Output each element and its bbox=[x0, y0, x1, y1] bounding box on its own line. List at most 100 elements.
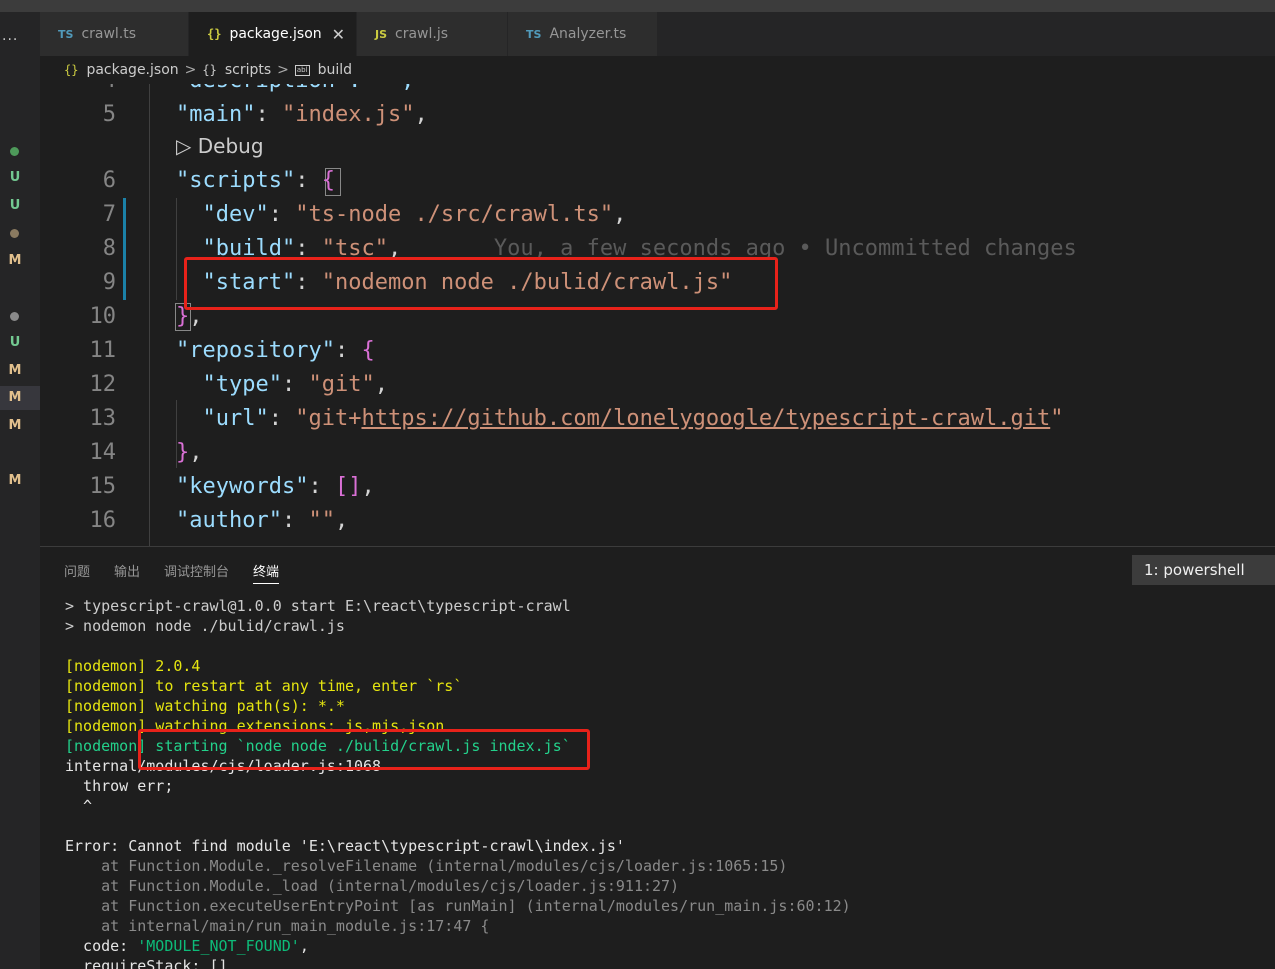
json-key: "type" bbox=[202, 372, 282, 397]
typescript-file-icon: TS bbox=[526, 27, 542, 41]
line-number: 16 bbox=[89, 508, 117, 533]
code-line: 15 "keywords": [], bbox=[40, 470, 1275, 504]
error-code: 'MODULE_NOT_FOUND' bbox=[137, 937, 300, 955]
terminal-line: at Function.Module._resolveFilename (int… bbox=[65, 857, 788, 875]
code-line: 7 "dev": "ts-node ./src/crawl.ts", bbox=[40, 198, 1275, 232]
repository-link[interactable]: https://github.com/lonelygoogle/typescri… bbox=[361, 406, 1050, 431]
json-value: "ts-node ./src/crawl.ts" bbox=[295, 202, 614, 227]
json-file-icon: {} bbox=[207, 27, 222, 41]
chevron-right-icon: > bbox=[184, 62, 197, 78]
git-status-untracked: U bbox=[9, 198, 21, 213]
tab-label: package.json bbox=[229, 26, 322, 42]
git-status-untracked: U bbox=[9, 335, 21, 350]
terminal-line: > typescript-crawl@1.0.0 start E:\react\… bbox=[65, 597, 571, 615]
git-status-untracked: U bbox=[9, 170, 21, 185]
breadcrumb: {} package.json > {} scripts > abl build bbox=[40, 56, 1275, 84]
terminal-output[interactable]: > typescript-crawl@1.0.0 start E:\react\… bbox=[65, 596, 851, 969]
terminal-line: at Function.Module._load (internal/modul… bbox=[65, 877, 680, 895]
json-key: "scripts" bbox=[176, 168, 296, 193]
line-number: 15 bbox=[89, 474, 117, 499]
string-property-icon: abl bbox=[294, 64, 310, 76]
object-icon: {} bbox=[202, 63, 217, 77]
line-number: 9 bbox=[102, 270, 116, 295]
explorer-strip: ··· bbox=[0, 12, 40, 969]
breadcrumb-section[interactable]: scripts bbox=[225, 62, 271, 78]
tab-label: crawl.js bbox=[395, 26, 449, 42]
code-line: 16 "author": "", bbox=[40, 504, 1275, 538]
json-file-icon: {} bbox=[64, 63, 79, 77]
git-status-modified: M bbox=[8, 363, 22, 378]
chevron-right-icon: > bbox=[277, 62, 289, 78]
terminal-line: at internal/main/run_main_module.js:17:4… bbox=[65, 917, 490, 935]
code-editor[interactable]: 4 "description": "", 5 "main": "index.js… bbox=[40, 84, 1275, 546]
terminal-line: code: 'MODULE_NOT_FOUND', bbox=[65, 936, 851, 956]
tab-terminal[interactable]: 终端 bbox=[253, 561, 280, 584]
menu-strip bbox=[0, 0, 1275, 12]
json-key: "repository" bbox=[176, 338, 335, 363]
terminal-line: > nodemon node ./bulid/crawl.js bbox=[65, 617, 345, 635]
breadcrumb-item[interactable]: build bbox=[318, 62, 352, 78]
json-value: " bbox=[1050, 406, 1064, 431]
git-dot-icon bbox=[10, 312, 19, 321]
bottom-panel: 问题 输出 调试控制台 终端 1: powershell > typescrip… bbox=[40, 546, 1275, 969]
json-key: "url" bbox=[202, 406, 269, 431]
terminal-line: [nodemon] to restart at any time, enter … bbox=[65, 677, 463, 695]
git-dot-icon bbox=[10, 147, 19, 156]
debug-codelens[interactable]: ▷ Debug bbox=[176, 134, 264, 158]
line-number: 13 bbox=[89, 406, 117, 431]
tab-crawl-ts[interactable]: TS crawl.ts bbox=[40, 12, 189, 56]
git-status-modified: M bbox=[8, 253, 22, 268]
json-key: "author" bbox=[176, 508, 282, 533]
line-number: 8 bbox=[102, 236, 116, 261]
code-line: 4 "description": "", bbox=[40, 84, 1275, 98]
close-icon[interactable]: ✕ bbox=[332, 25, 345, 44]
terminal-line: at Function.executeUserEntryPoint [as ru… bbox=[65, 897, 851, 915]
terminal-line: [nodemon] 2.0.4 bbox=[65, 657, 201, 675]
tab-output[interactable]: 输出 bbox=[114, 561, 140, 584]
more-actions-icon[interactable]: ··· bbox=[2, 32, 18, 48]
terminal-select[interactable]: 1: powershell bbox=[1132, 555, 1275, 585]
json-value: "" bbox=[308, 508, 335, 533]
breadcrumb-file[interactable]: package.json bbox=[86, 62, 178, 78]
json-key: "dev" bbox=[202, 202, 269, 227]
json-value: "git" bbox=[308, 372, 375, 397]
line-number: 12 bbox=[89, 372, 117, 397]
terminal-line: throw err; bbox=[65, 777, 174, 795]
json-key: "main" bbox=[176, 102, 256, 127]
tab-analyzer-ts[interactable]: TS Analyzer.ts bbox=[508, 12, 658, 56]
code-line: 12 "type": "git", bbox=[40, 368, 1275, 402]
code-label: code: bbox=[65, 937, 138, 955]
panel-tabs: 问题 输出 调试控制台 终端 bbox=[64, 561, 280, 584]
code-line: 11 "repository": { bbox=[40, 334, 1275, 368]
line-number: 14 bbox=[89, 440, 117, 465]
git-status-modified: M bbox=[8, 473, 22, 488]
tab-package-json[interactable]: {} package.json ✕ bbox=[189, 12, 357, 56]
json-key: "keywords" bbox=[176, 474, 309, 499]
tab-label: crawl.ts bbox=[81, 26, 137, 42]
git-dot-icon bbox=[10, 229, 19, 238]
annotation-highlight-box bbox=[184, 257, 778, 310]
tab-label: Analyzer.ts bbox=[549, 26, 627, 42]
line-number: 6 bbox=[102, 168, 116, 193]
line-number: 10 bbox=[89, 304, 117, 329]
code-line: 6 "scripts": { bbox=[40, 164, 1275, 198]
terminal-line: Error: Cannot find module 'E:\react\type… bbox=[65, 837, 625, 855]
git-status-modified: M bbox=[8, 418, 22, 433]
git-status-modified: M bbox=[8, 390, 22, 405]
punctuation: , bbox=[299, 937, 309, 955]
tab-crawl-js[interactable]: JS crawl.js bbox=[357, 12, 508, 56]
editor-tab-bar: TS crawl.ts {} package.json ✕ JS crawl.j… bbox=[40, 12, 1275, 56]
code-line: 14 }, bbox=[40, 436, 1275, 470]
tab-debug-console[interactable]: 调试控制台 bbox=[164, 561, 229, 584]
terminal-line: [nodemon] watching path(s): *.* bbox=[65, 697, 345, 715]
code-text: "description": "", bbox=[176, 84, 414, 93]
annotation-highlight-box bbox=[138, 729, 590, 770]
typescript-file-icon: TS bbox=[58, 27, 74, 41]
terminal-line: requireStack: [] bbox=[65, 957, 228, 969]
line-number: 7 bbox=[102, 202, 116, 227]
code-line: 5 "main": "index.js", bbox=[40, 98, 1275, 132]
tab-problems[interactable]: 问题 bbox=[64, 561, 90, 584]
json-value: "git+ bbox=[295, 406, 362, 431]
